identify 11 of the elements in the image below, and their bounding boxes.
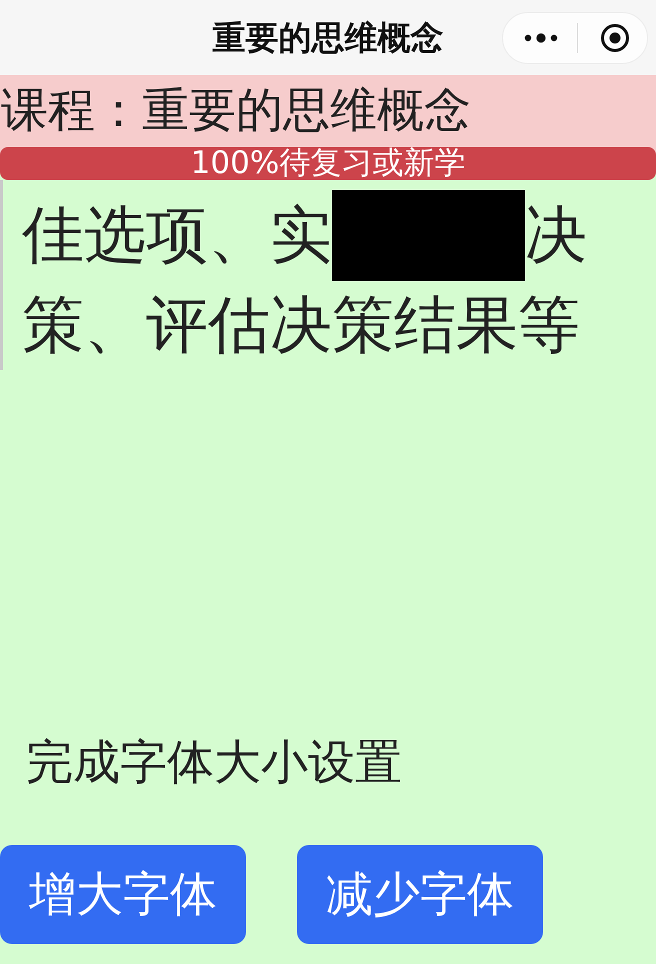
finish-setting-link[interactable]: 完成字体大小设置 bbox=[26, 735, 402, 792]
progress-label: 100%待复习或新学 bbox=[190, 147, 466, 180]
target-icon[interactable] bbox=[600, 23, 630, 53]
course-title: 课程：重要的思维概念 bbox=[1, 82, 471, 140]
passage-text: 佳选项、实 bbox=[22, 198, 332, 272]
more-icon[interactable] bbox=[524, 32, 558, 44]
font-size-button[interactable]: 减少字体 bbox=[297, 845, 543, 944]
passage-text: 决 bbox=[525, 198, 587, 272]
font-size-button[interactable]: 增大字体 bbox=[0, 845, 246, 944]
passage-text: 策、评估决策结果等 bbox=[22, 288, 580, 362]
page-title: 重要的思维概念 bbox=[212, 18, 444, 58]
